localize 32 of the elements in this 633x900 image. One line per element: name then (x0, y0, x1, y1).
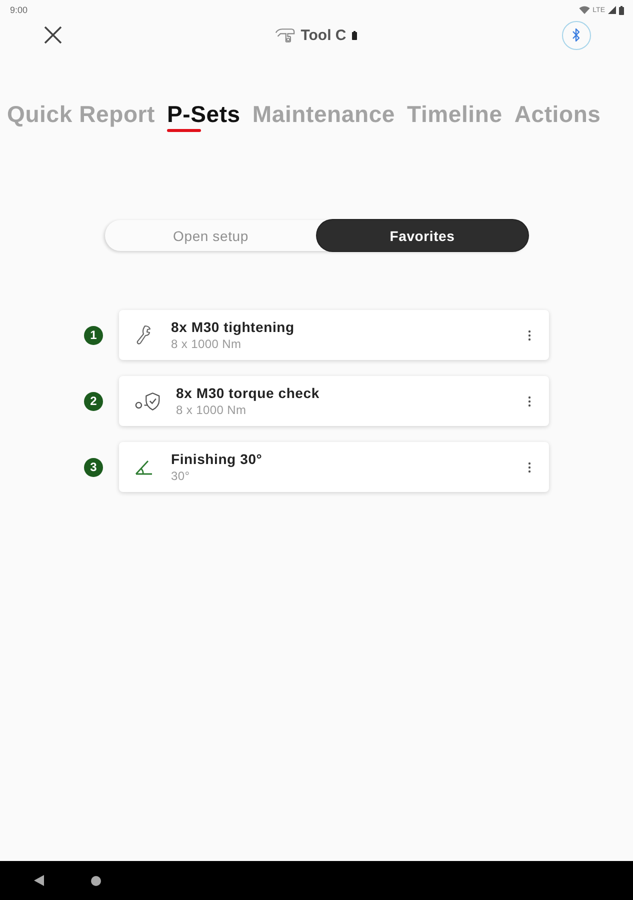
battery-icon (619, 6, 624, 14)
home-icon[interactable] (91, 876, 101, 886)
pset-card[interactable]: 8x M30 tightening 8 x 1000 Nm (119, 310, 549, 360)
bluetooth-button[interactable] (562, 20, 591, 50)
step-number: 1 (84, 326, 103, 344)
close-icon (44, 26, 62, 44)
power-tool-icon (274, 28, 295, 42)
pset-title: Finishing 30° (171, 451, 264, 467)
pset-subtitle: 8 x 1000 Nm (171, 337, 242, 351)
signal-icon (608, 6, 616, 14)
segment-button[interactable]: Favorites (316, 220, 528, 251)
pset-subtitle: 8 x 1000 Nm (176, 403, 248, 417)
bluetooth-icon (572, 28, 580, 42)
step-number: 3 (84, 458, 103, 476)
pset-card[interactable]: Finishing 30° 30° (119, 442, 549, 492)
more-icon (528, 330, 531, 340)
more-icon (528, 396, 531, 406)
pset-card[interactable]: 8x M30 torque check 8 x 1000 Nm (119, 376, 549, 426)
tool-name: Tool C (300, 26, 346, 44)
pset-subtitle: 30° (171, 469, 191, 483)
step-number: 2 (84, 392, 103, 410)
pset-title: 8x M30 torque check (176, 385, 320, 401)
tab[interactable]: P-Sets (167, 101, 240, 134)
wrench-icon (135, 325, 153, 345)
close-button[interactable] (42, 24, 64, 46)
status-time: 9:00 (10, 5, 28, 15)
wifi-icon (578, 6, 590, 14)
back-icon[interactable] (34, 875, 44, 886)
gear-shield-check-icon (135, 392, 161, 410)
pset-title: 8x M30 tightening (171, 319, 296, 335)
more-icon (528, 462, 531, 472)
battery-icon (352, 30, 358, 40)
